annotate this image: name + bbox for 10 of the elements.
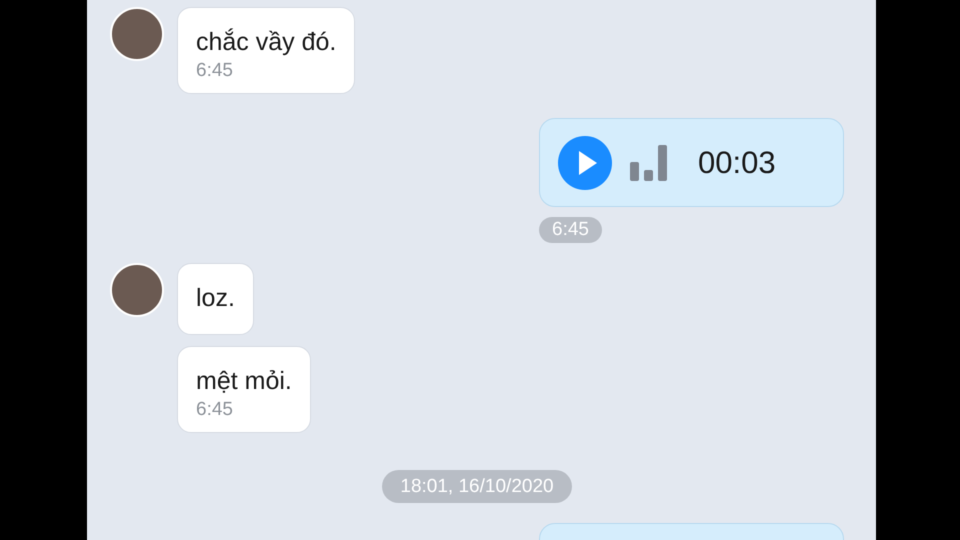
message-time: 6:45	[539, 217, 602, 243]
message-text: mệt mỏi.	[196, 366, 292, 397]
date-separator: 18:01, 16/10/2020	[382, 470, 572, 503]
play-icon[interactable]	[558, 136, 612, 190]
message-time: 6:45	[196, 398, 234, 422]
message-time: 6:45	[196, 59, 234, 83]
message-text: chắc vầy đó.	[196, 27, 336, 58]
audio-level-icon	[630, 144, 668, 180]
message-text: loz.	[196, 283, 235, 314]
voice-duration: 00:03	[698, 144, 776, 180]
